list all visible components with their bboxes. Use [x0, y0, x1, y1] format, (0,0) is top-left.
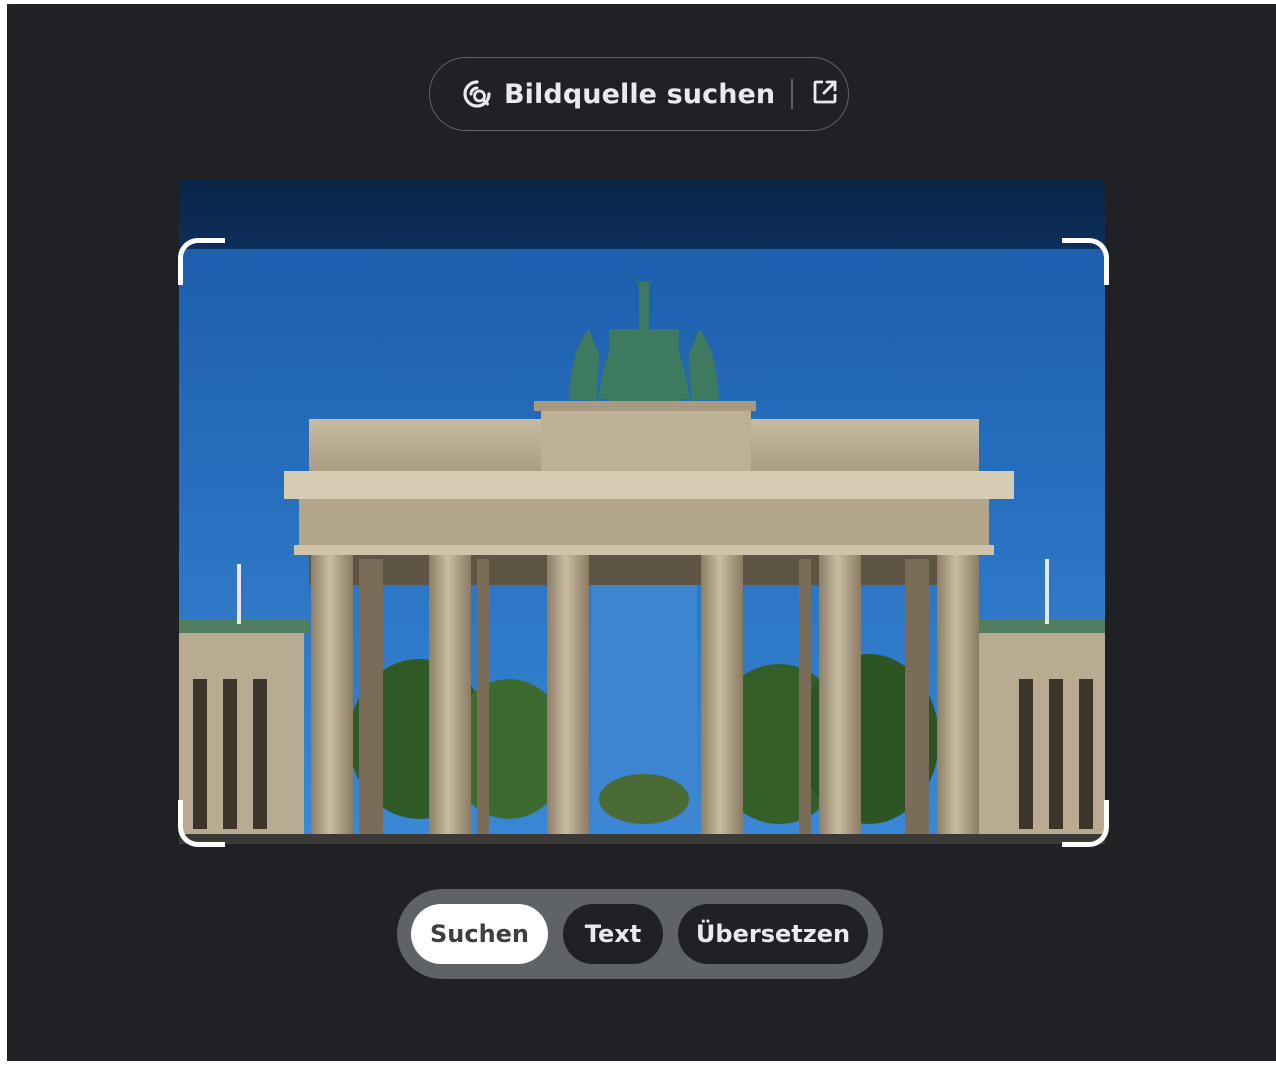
open-in-new-button[interactable] — [811, 80, 839, 108]
source-search-pill: Bildquelle suchen — [429, 57, 849, 131]
mode-selector: Suchen Text Übersetzen — [397, 889, 883, 979]
mode-text-chip[interactable]: Text — [563, 904, 663, 964]
open-in-new-icon — [812, 79, 838, 109]
crop-handle-bottom-left[interactable] — [178, 800, 225, 847]
lens-search-icon — [462, 79, 492, 109]
crop-handle-top-right[interactable] — [1062, 238, 1109, 285]
find-image-source-label: Bildquelle suchen — [504, 78, 776, 110]
crop-handle-bottom-right[interactable] — [1062, 800, 1109, 847]
find-image-source-button[interactable]: Bildquelle suchen — [430, 58, 775, 130]
mode-translate-chip[interactable]: Übersetzen — [678, 904, 868, 964]
crop-handle-top-left[interactable] — [178, 238, 225, 285]
searched-image[interactable] — [179, 179, 1105, 844]
brandenburg-gate-image — [179, 179, 1105, 844]
pill-divider — [791, 79, 793, 109]
mode-search-chip[interactable]: Suchen — [411, 904, 548, 964]
